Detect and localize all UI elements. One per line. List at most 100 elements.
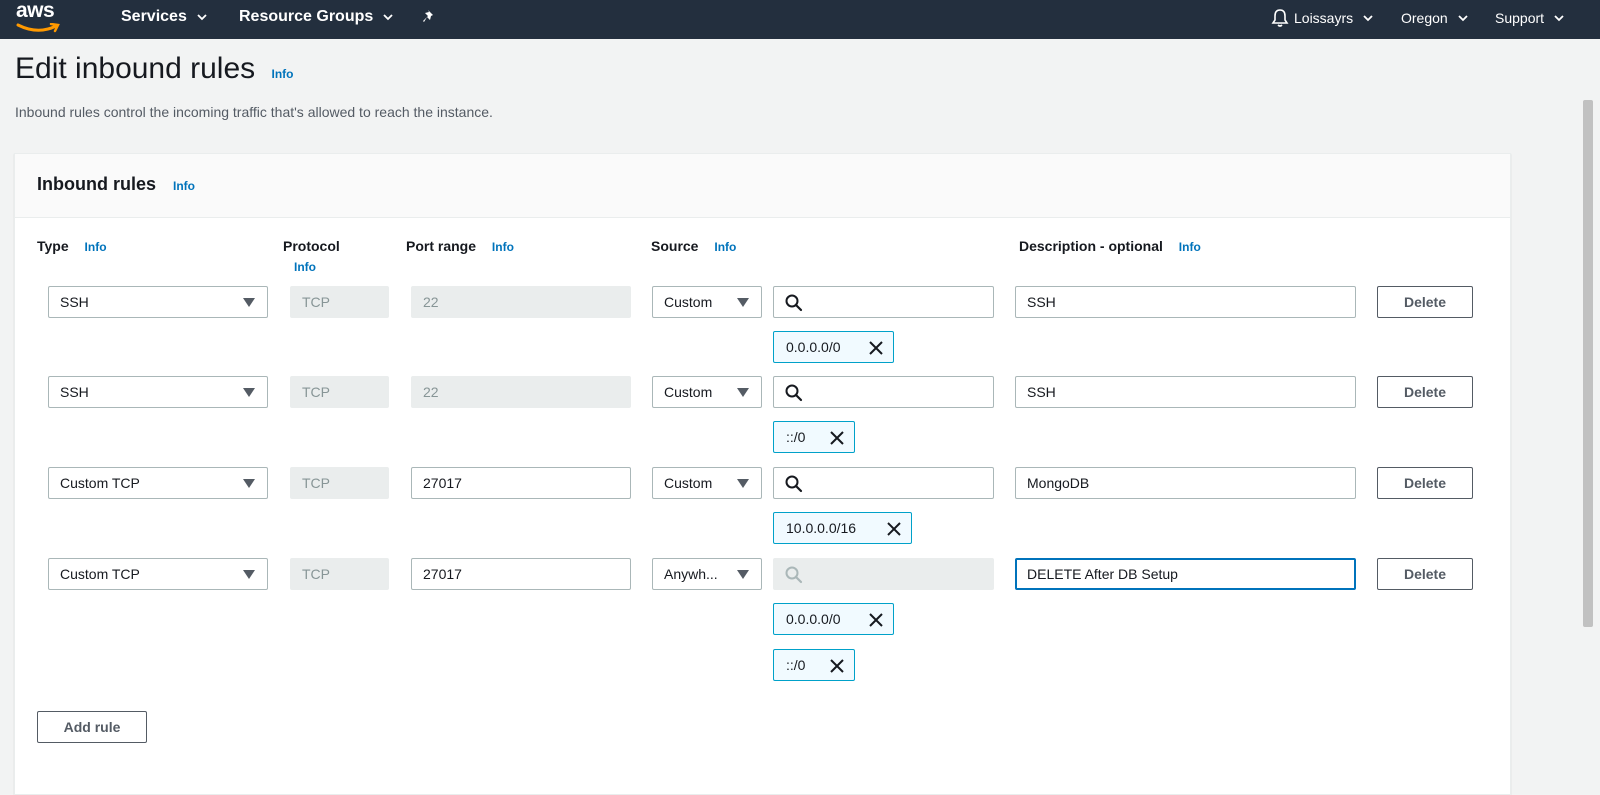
- type-select[interactable]: Custom TCP: [48, 467, 268, 499]
- delete-button[interactable]: Delete: [1377, 376, 1473, 408]
- panel-title: Inbound rules Info: [37, 174, 195, 195]
- add-rule-button[interactable]: Add rule: [37, 711, 147, 743]
- source-search-input: [773, 558, 994, 590]
- protocol-field: TCP: [290, 558, 389, 590]
- port-range-field: 22: [411, 376, 631, 408]
- aws-logo[interactable]: aws: [16, 0, 64, 34]
- column-header-description: Description - optional Info: [1019, 238, 1201, 254]
- source-token: ::/0: [773, 649, 855, 681]
- aws-smile-icon: [16, 23, 60, 33]
- delete-button[interactable]: Delete: [1377, 467, 1473, 499]
- source-search-input[interactable]: [773, 286, 994, 318]
- source-type-select[interactable]: Custom: [652, 467, 762, 499]
- source-token: 0.0.0.0/0: [773, 331, 894, 363]
- search-icon: [785, 294, 803, 312]
- chevron-down-icon: [1554, 15, 1564, 22]
- source-token: 0.0.0.0/0: [773, 603, 894, 635]
- source-token-label: 0.0.0.0/0: [786, 339, 841, 355]
- source-token: ::/0: [773, 421, 855, 453]
- port-range-info-link[interactable]: Info: [492, 240, 514, 254]
- type-select[interactable]: SSH: [48, 376, 268, 408]
- support-label: Support: [1495, 10, 1545, 26]
- region-name: Oregon: [1401, 10, 1448, 26]
- chevron-down-icon: [383, 14, 393, 21]
- chevron-down-icon: [1458, 15, 1468, 22]
- type-select-value: SSH: [60, 384, 89, 400]
- protocol-field: TCP: [290, 467, 389, 499]
- column-protocol-label: Protocol: [283, 238, 340, 254]
- protocol-info-link[interactable]: Info: [294, 260, 316, 274]
- page-description: Inbound rules control the incoming traff…: [15, 104, 493, 120]
- description-input[interactable]: SSH: [1015, 286, 1356, 318]
- panel-info-link[interactable]: Info: [173, 179, 195, 193]
- page-title-text: Edit inbound rules: [15, 52, 256, 85]
- close-icon[interactable]: [869, 341, 883, 355]
- region-menu[interactable]: Oregon: [1401, 10, 1468, 26]
- source-type-select[interactable]: Anywh...: [652, 558, 762, 590]
- chevron-down-icon: [1363, 15, 1373, 22]
- port-range-field: 22: [411, 286, 631, 318]
- caret-down-icon: [737, 388, 749, 397]
- pin-icon[interactable]: [422, 9, 438, 25]
- type-select[interactable]: Custom TCP: [48, 558, 268, 590]
- delete-button[interactable]: Delete: [1377, 286, 1473, 318]
- close-icon[interactable]: [830, 659, 844, 673]
- column-header-port-range: Port range Info: [406, 238, 514, 254]
- account-menu[interactable]: Loissayrs: [1294, 10, 1373, 26]
- type-select[interactable]: SSH: [48, 286, 268, 318]
- source-info-link[interactable]: Info: [714, 240, 736, 254]
- aws-logo-text: aws: [16, 0, 55, 22]
- source-type-value: Custom: [664, 294, 713, 310]
- resource-groups-menu[interactable]: Resource Groups: [239, 8, 393, 26]
- caret-down-icon: [243, 479, 255, 488]
- caret-down-icon: [243, 388, 255, 397]
- column-header-source: Source Info: [651, 238, 736, 254]
- caret-down-icon: [737, 298, 749, 307]
- account-name: Loissayrs: [1294, 10, 1354, 26]
- caret-down-icon: [243, 298, 255, 307]
- close-icon[interactable]: [830, 431, 844, 445]
- column-description-label: Description - optional: [1019, 238, 1163, 254]
- search-icon: [785, 566, 803, 584]
- source-type-value: Anywh...: [664, 566, 718, 582]
- description-input[interactable]: MongoDB: [1015, 467, 1356, 499]
- source-type-select[interactable]: Custom: [652, 286, 762, 318]
- source-search-input[interactable]: [773, 376, 994, 408]
- caret-down-icon: [243, 570, 255, 579]
- column-port-range-label: Port range: [406, 238, 477, 254]
- chevron-down-icon: [197, 14, 207, 21]
- source-token: 10.0.0.0/16: [773, 512, 912, 544]
- source-token-label: ::/0: [786, 657, 806, 673]
- description-info-link[interactable]: Info: [1179, 240, 1201, 254]
- source-token-label: 0.0.0.0/0: [786, 611, 841, 627]
- port-range-input[interactable]: 27017: [411, 558, 631, 590]
- source-type-select[interactable]: Custom: [652, 376, 762, 408]
- services-menu[interactable]: Services: [121, 8, 207, 26]
- type-select-value: SSH: [60, 294, 89, 310]
- port-range-input[interactable]: 27017: [411, 467, 631, 499]
- description-input[interactable]: DELETE After DB Setup: [1015, 558, 1356, 590]
- column-header-type: Type Info: [37, 238, 107, 254]
- close-icon[interactable]: [887, 522, 901, 536]
- type-info-link[interactable]: Info: [85, 240, 107, 254]
- scrollbar[interactable]: [1583, 100, 1593, 627]
- type-select-value: Custom TCP: [60, 475, 140, 491]
- caret-down-icon: [737, 479, 749, 488]
- column-header-protocol: Protocol Info: [283, 238, 340, 274]
- search-icon: [785, 384, 803, 402]
- column-type-label: Type: [37, 238, 69, 254]
- resource-groups-label: Resource Groups: [239, 8, 374, 25]
- panel-title-text: Inbound rules: [37, 174, 156, 194]
- caret-down-icon: [737, 570, 749, 579]
- column-source-label: Source: [651, 238, 699, 254]
- source-token-label: 10.0.0.0/16: [786, 520, 857, 536]
- description-input[interactable]: SSH: [1015, 376, 1356, 408]
- source-type-value: Custom: [664, 384, 713, 400]
- delete-button[interactable]: Delete: [1377, 558, 1473, 590]
- inbound-rules-panel: Inbound rules Info Type Info Protocol In…: [14, 153, 1511, 795]
- page-info-link[interactable]: Info: [272, 67, 294, 81]
- bell-icon[interactable]: [1270, 8, 1290, 28]
- source-search-input[interactable]: [773, 467, 994, 499]
- close-icon[interactable]: [869, 613, 883, 627]
- support-menu[interactable]: Support: [1495, 10, 1564, 26]
